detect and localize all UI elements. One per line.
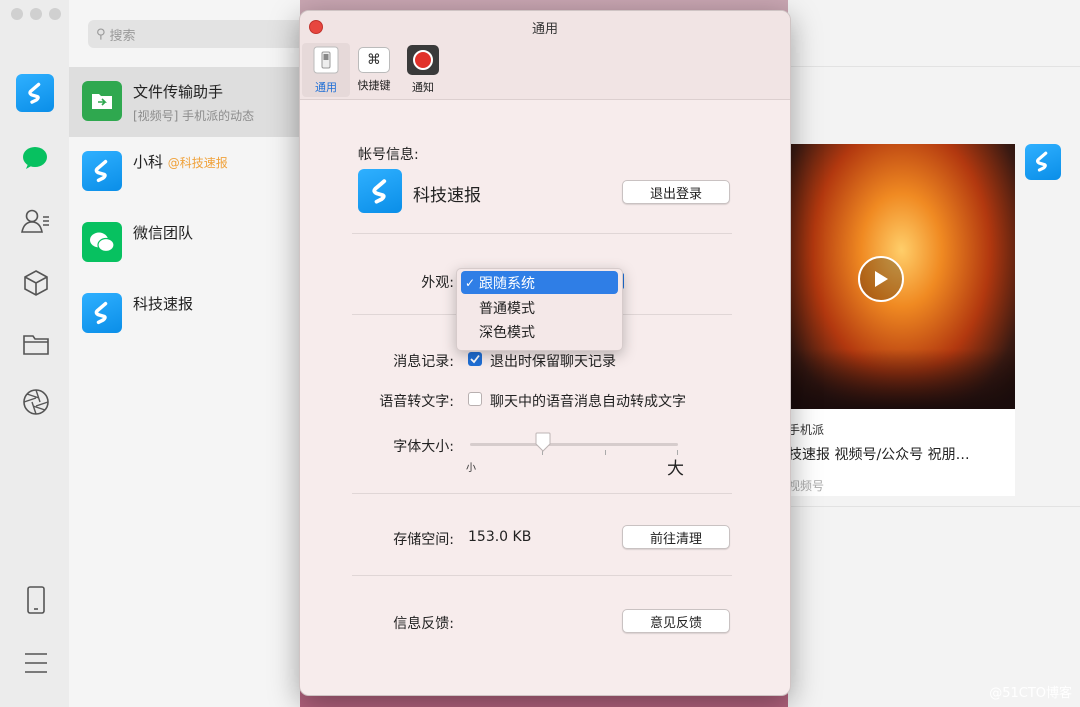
- video-message-card[interactable]: 手机派 技速报 视频号/公众号 祝朋… 视频号: [788, 144, 1015, 496]
- storage-value: 153.0 KB: [468, 529, 532, 545]
- wechat-logo-icon: [82, 222, 122, 262]
- watermark: @51CTO博客: [989, 686, 1072, 701]
- s-logo-icon: [1036, 152, 1048, 172]
- storage-label: 存储空间:: [393, 532, 454, 548]
- chat-name-row: 小科 @科技速报: [133, 151, 228, 172]
- tab-notifications[interactable]: 通知: [399, 43, 447, 97]
- account-section-label: 帐号信息:: [358, 147, 419, 163]
- s-logo-icon: [94, 159, 108, 183]
- tab-general[interactable]: 通用: [302, 43, 350, 97]
- checkmark-icon: ✓: [464, 275, 476, 290]
- video-thumbnail: [788, 144, 1015, 409]
- window-close-dot[interactable]: [11, 8, 23, 20]
- account-avatar: [358, 169, 402, 213]
- chat-name: 文件传输助手: [133, 83, 224, 101]
- input-divider: [788, 506, 1080, 507]
- tab-shortcuts[interactable]: ⌘ 快捷键: [350, 43, 398, 97]
- chat-icon[interactable]: [22, 146, 48, 170]
- chat-name: 科技速报: [133, 295, 194, 313]
- divider: [352, 233, 732, 234]
- contacts-icon[interactable]: [21, 208, 51, 234]
- chat-preview: [视频号] 手机派的动态: [133, 109, 255, 123]
- chat-item-keji-subao[interactable]: 科技速报: [69, 279, 300, 349]
- clean-storage-button[interactable]: 前往清理: [622, 525, 730, 549]
- search-icon: ⚲: [96, 26, 106, 42]
- search-input[interactable]: ⚲ 搜索: [88, 20, 318, 48]
- play-icon[interactable]: [858, 256, 904, 302]
- window-minimize-dot[interactable]: [30, 8, 42, 20]
- tab-label: 通用: [315, 81, 337, 94]
- window-zoom-dot[interactable]: [49, 8, 61, 20]
- record-icon: [407, 45, 439, 75]
- chat-name: 微信团队: [133, 224, 194, 242]
- font-size-label: 字体大小:: [393, 439, 454, 455]
- chat-item-file-transfer[interactable]: 文件传输助手 [视频号] 手机派的动态: [69, 67, 300, 137]
- card-author: 手机派: [788, 423, 825, 437]
- s-logo-icon: [94, 301, 108, 325]
- tab-label: 快捷键: [357, 79, 391, 92]
- appearance-label: 外观:: [421, 275, 454, 291]
- keep-history-text: 退出时保留聊天记录: [490, 354, 616, 370]
- feedback-button[interactable]: 意见反馈: [622, 609, 730, 633]
- user-avatar[interactable]: [16, 74, 54, 112]
- voice-label: 语音转文字:: [379, 394, 454, 410]
- window-title: 通用: [531, 22, 558, 37]
- cube-icon[interactable]: [23, 269, 49, 297]
- option-label: 深色模式: [479, 324, 535, 341]
- divider: [352, 575, 732, 576]
- sender-avatar[interactable]: [1025, 144, 1061, 180]
- avatar: [82, 151, 122, 191]
- chat-item-wechat-team[interactable]: 微信团队: [69, 208, 300, 278]
- appearance-option-normal[interactable]: 普通模式: [461, 296, 618, 319]
- chat-tag: @科技速报: [167, 156, 228, 170]
- account-name: 科技速报: [413, 186, 481, 206]
- avatar: [82, 293, 122, 333]
- chat-name: 小科: [133, 153, 164, 171]
- switch-icon: [310, 45, 342, 75]
- moments-aperture-icon[interactable]: [22, 388, 50, 416]
- voice-to-text-text: 聊天中的语音消息自动转成文字: [490, 394, 686, 410]
- s-logo-icon: [371, 178, 386, 204]
- voice-to-text-checkbox[interactable]: [468, 392, 482, 406]
- header-divider: [788, 66, 1080, 67]
- font-size-slider-track[interactable]: [470, 443, 678, 446]
- preferences-window: 通用 通用 ⌘ 快捷键 通知 帐号信息: 科技速报 退出登录 外观: 消息记录:…: [299, 10, 791, 696]
- option-label: 普通模式: [479, 300, 535, 317]
- tab-label: 通知: [412, 81, 434, 94]
- divider: [352, 493, 732, 494]
- keep-history-checkbox[interactable]: [468, 352, 482, 366]
- option-label: 跟随系统: [479, 275, 535, 292]
- font-size-slider-knob[interactable]: [535, 432, 551, 452]
- app-sidebar: [0, 0, 70, 707]
- appearance-option-follow-system[interactable]: ✓ 跟随系统: [461, 271, 618, 294]
- checkmark-icon: [470, 354, 480, 364]
- phone-icon[interactable]: [26, 585, 46, 615]
- file-transfer-icon: [82, 81, 122, 121]
- folder-icon[interactable]: [22, 332, 50, 356]
- feedback-label: 信息反馈:: [393, 616, 454, 632]
- menu-icon[interactable]: [24, 652, 48, 674]
- logout-button[interactable]: 退出登录: [622, 180, 730, 204]
- chat-item-xiaoke[interactable]: 小科 @科技速报: [69, 137, 300, 207]
- card-source: 视频号: [788, 479, 825, 493]
- appearance-dropdown: ✓ 跟随系统 普通模式 深色模式: [456, 268, 623, 351]
- s-logo-icon: [28, 82, 40, 104]
- appearance-option-dark[interactable]: 深色模式: [461, 320, 618, 343]
- font-size-min: 小: [466, 463, 476, 474]
- command-key-icon: ⌘: [358, 47, 390, 73]
- search-placeholder: 搜索: [109, 28, 136, 44]
- font-size-max: 大: [667, 459, 684, 479]
- history-label: 消息记录:: [393, 354, 454, 370]
- card-title: 技速报 视频号/公众号 祝朋…: [788, 447, 970, 463]
